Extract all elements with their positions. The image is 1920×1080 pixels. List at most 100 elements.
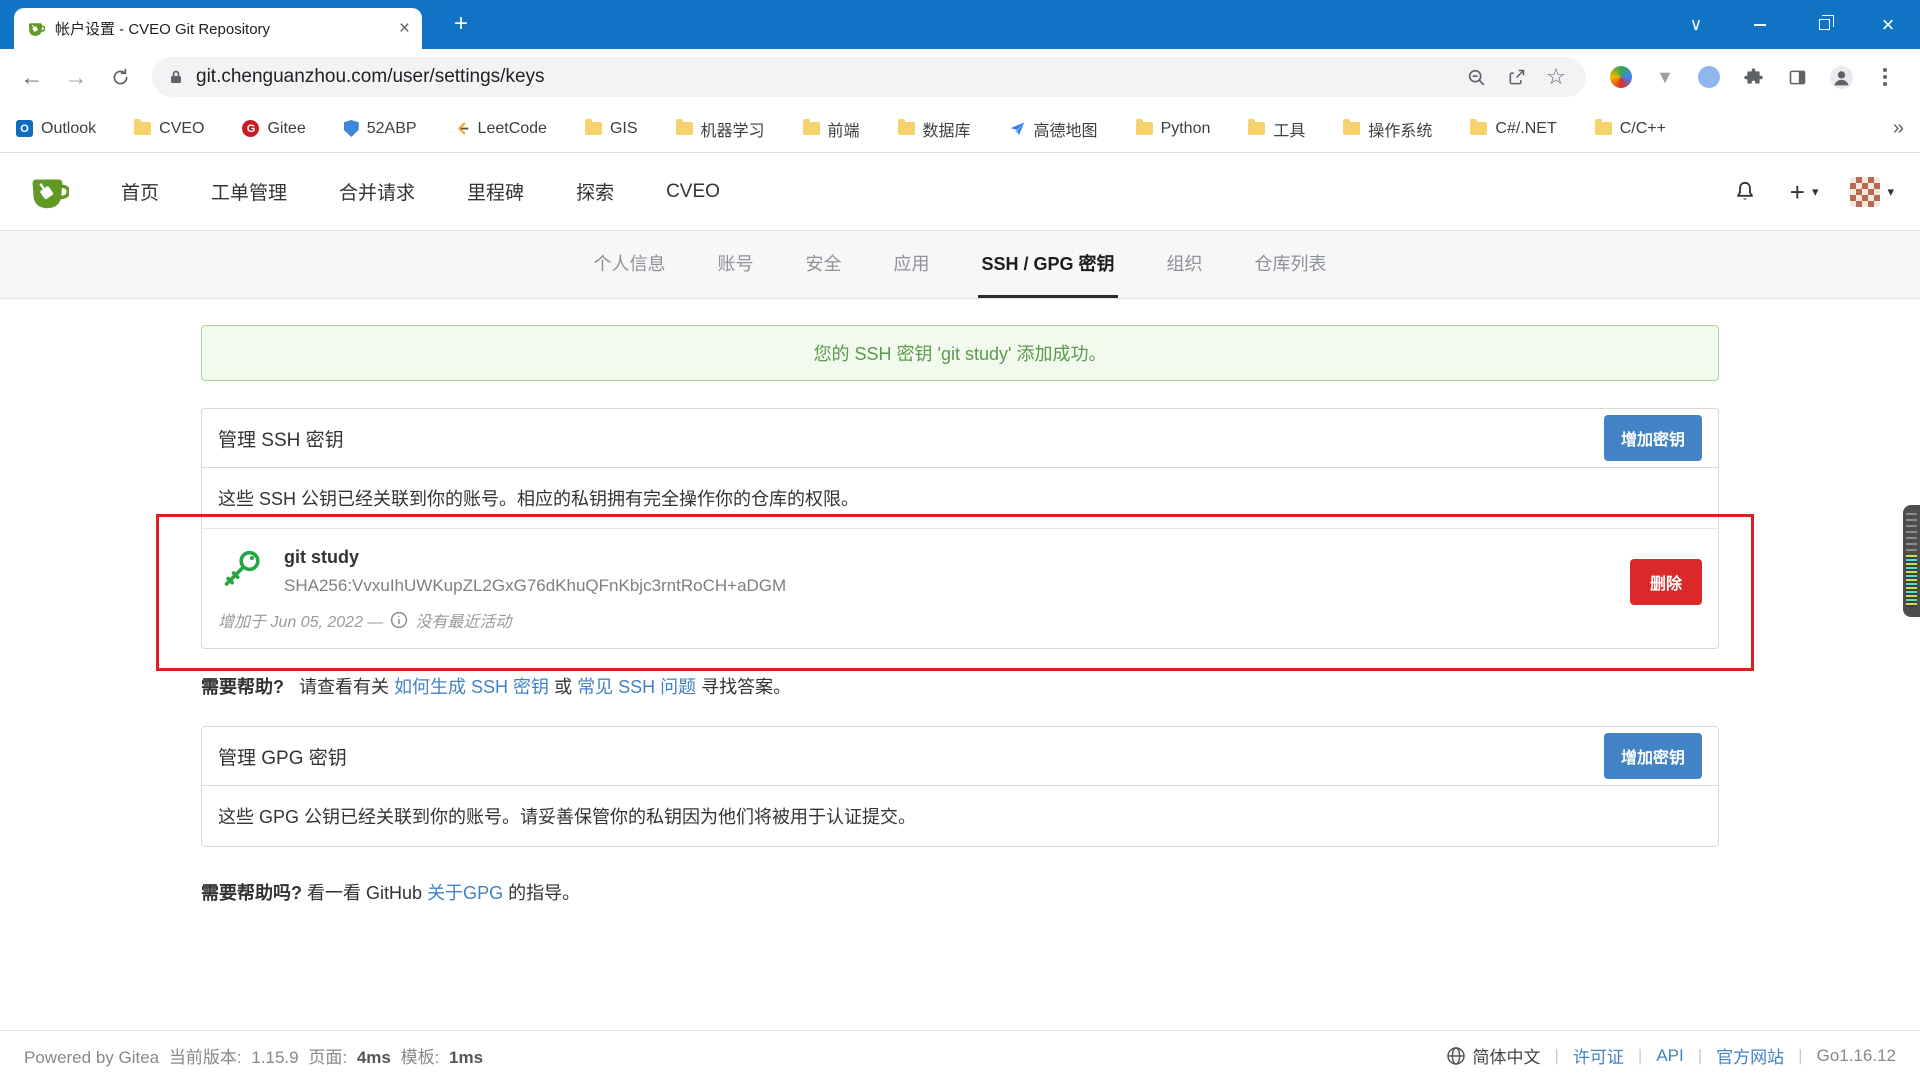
folder-icon [1595,122,1612,135]
window-controls: ∨ × [1664,0,1920,49]
avatar [1850,177,1880,207]
bookmark-folder-cpp[interactable]: C/C++ [1595,120,1666,138]
chevron-down-icon: ▾ [1887,184,1894,200]
tab-applications[interactable]: 应用 [890,231,932,298]
bookmark-folder-database[interactable]: 数据库 [898,117,971,141]
sidebar-icon[interactable] [1782,62,1812,92]
tab-repositories[interactable]: 仓库列表 [1252,231,1330,298]
nav-item-issues[interactable]: 工单管理 [211,178,287,205]
side-scroll-widget[interactable] [1903,505,1920,617]
gpg-panel-title: 管理 GPG 密钥 [218,743,347,770]
back-button[interactable]: ← [10,55,54,99]
bookmark-folder-csharp[interactable]: C#/.NET [1470,120,1556,138]
ssh-description: 这些 SSH 公钥已经关联到你的账号。相应的私钥拥有完全操作你的仓库的权限。 [202,468,1718,529]
info-icon [390,611,408,629]
bookmark-folder-tools[interactable]: 工具 [1248,117,1305,141]
add-gpg-key-button[interactable]: 增加密钥 [1604,733,1702,779]
gitea-favicon-icon [26,19,45,38]
link-common-ssh-issues[interactable]: 常见 SSH 问题 [577,677,696,697]
tab-close-icon[interactable]: × [399,19,410,38]
ssh-key-name: git study [284,543,786,568]
new-tab-button[interactable]: + [446,12,476,38]
tab-account[interactable]: 账号 [714,231,756,298]
vue-icon[interactable]: ▼ [1650,62,1680,92]
nav-item-pull-requests[interactable]: 合并请求 [339,178,415,205]
share-icon[interactable] [1502,67,1530,88]
tab-search-icon[interactable]: ∨ [1664,0,1728,49]
url-text[interactable]: git.chenguanzhou.com/user/settings/keys [196,66,1450,88]
profile-icon[interactable] [1826,62,1856,92]
nav-item-milestones[interactable]: 里程碑 [467,178,524,205]
bookmark-folder-os[interactable]: 操作系统 [1343,117,1432,141]
version-number: 1.15.9 [251,1048,298,1067]
address-bar[interactable]: git.chenguanzhou.com/user/settings/keys … [152,57,1586,97]
tab-ssh-gpg-keys[interactable]: SSH / GPG 密钥 [978,231,1117,298]
nav-item-home[interactable]: 首页 [121,178,159,205]
gpg-panel-header: 管理 GPG 密钥 增加密钥 [202,727,1718,786]
chevron-down-icon: ▾ [1812,184,1819,200]
browser-tab[interactable]: 帐户设置 - CVEO Git Repository × [14,8,422,49]
folder-icon [803,122,820,135]
bookmark-folder-cveo[interactable]: CVEO [134,120,204,138]
plus-icon: + [1790,179,1805,205]
key-icon [218,543,266,596]
footer-right: 简体中文 | 许可证 | API | 官方网站 | Go1.16.12 [1446,1043,1897,1068]
extensions-puzzle-icon[interactable] [1738,62,1768,92]
language-selector[interactable]: 简体中文 [1446,1043,1541,1068]
idm-icon[interactable] [1606,62,1636,92]
footer-link-license[interactable]: 许可证 [1573,1043,1624,1068]
blue-dot-icon[interactable] [1694,62,1724,92]
folder-icon [134,122,151,135]
minimize-button[interactable] [1728,0,1792,49]
bookmark-star-icon[interactable]: ☆ [1542,64,1570,90]
reload-button[interactable] [98,55,142,99]
tab-security[interactable]: 安全 [802,231,844,298]
bookmark-folder-python[interactable]: Python [1136,120,1211,138]
folder-icon [1470,122,1487,135]
zoom-out-icon[interactable] [1462,67,1490,88]
nav-item-explore[interactable]: 探索 [576,178,614,205]
link-about-gpg[interactable]: 关于GPG [427,883,503,903]
delete-key-button[interactable]: 删除 [1630,559,1702,605]
link-how-to-generate-ssh-key[interactable]: 如何生成 SSH 密钥 [394,677,549,697]
amap-icon [1009,120,1026,137]
add-ssh-key-button[interactable]: 增加密钥 [1604,415,1702,461]
folder-icon [585,122,602,135]
bookmark-leetcode[interactable]: LeetCode [455,120,547,138]
template-time: 1ms [449,1048,483,1067]
menu-dots-icon[interactable] [1870,62,1900,92]
bookmark-folder-gis[interactable]: GIS [585,120,638,138]
success-message: 您的 SSH 密钥 'git study' 添加成功。 [201,325,1719,381]
bookmark-folder-frontend[interactable]: 前端 [803,117,860,141]
bell-icon[interactable] [1732,179,1758,205]
footer-link-website[interactable]: 官方网站 [1716,1043,1784,1068]
forward-button[interactable]: → [54,55,98,99]
bookmark-amap[interactable]: 高德地图 [1009,117,1098,141]
bookmarks-overflow-chevron-icon[interactable]: » [1893,117,1904,140]
gitea-navbar: 首页 工单管理 合并请求 里程碑 探索 CVEO + ▾ [0,153,1920,231]
bookmark-folder-ml[interactable]: 机器学习 [676,117,765,141]
outlook-icon: O [16,120,33,137]
bookmark-outlook[interactable]: OOutlook [16,120,96,138]
create-new-dropdown[interactable]: + ▾ [1790,179,1819,205]
tab-title: 帐户设置 - CVEO Git Repository [55,18,389,39]
gpg-keys-panel: 管理 GPG 密钥 增加密钥 这些 GPG 公钥已经关联到你的账号。请妥善保管你… [201,726,1719,847]
gpg-help-text: 需要帮助吗? 看一看 GitHub 关于GPG 的指导。 [201,879,1719,905]
gitea-logo-icon[interactable] [26,170,69,213]
nav-item-cveo[interactable]: CVEO [666,181,720,203]
navbar-links: 首页 工单管理 合并请求 里程碑 探索 CVEO [121,178,720,205]
side-widget-stripes-gray [1906,513,1917,551]
close-button[interactable]: × [1856,0,1920,49]
user-menu[interactable]: ▾ [1850,177,1894,207]
tab-organizations[interactable]: 组织 [1164,231,1206,298]
globe-icon [1446,1046,1466,1066]
bookmark-52abp[interactable]: 52ABP [344,120,417,138]
restore-button[interactable] [1792,0,1856,49]
footer-link-api[interactable]: API [1656,1046,1683,1066]
tab-profile[interactable]: 个人信息 [590,231,668,298]
ssh-key-meta: 增加于 Jun 05, 2022 — 没有最近活动 [218,608,1702,632]
browser-window: 帐户设置 - CVEO Git Repository × + ∨ × ← → g… [0,0,1920,1080]
ssh-key-activity: 没有最近活动 [415,608,511,632]
bookmark-gitee[interactable]: GGitee [242,120,305,138]
folder-icon [1248,122,1265,135]
